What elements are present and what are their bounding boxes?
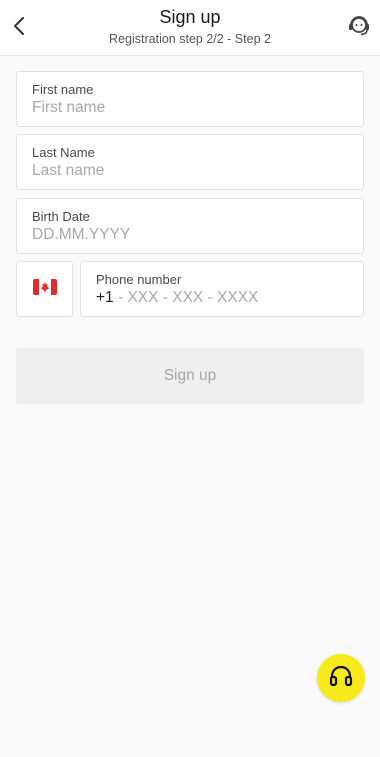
page-subtitle: Registration step 2/2 - Step 2 [109,32,271,46]
phone-country-code: +1 [96,289,114,306]
signup-screen: Sign up Registration step 2/2 - Step 2 F… [0,0,380,757]
first-name-placeholder: First name [32,99,106,116]
sign-up-button[interactable]: Sign up [16,348,364,404]
last-name-placeholder: Last name [32,162,105,179]
page-title: Sign up [159,7,221,27]
support-button[interactable] [346,14,372,40]
app-header: Sign up Registration step 2/2 - Step 2 [0,0,380,56]
support-fab[interactable] [317,654,365,702]
canada-flag-icon [32,278,57,300]
birth-date-field[interactable]: Birth Date DD.MM.YYYY [16,198,364,254]
birth-date-placeholder: DD.MM.YYYY [32,226,131,243]
last-name-label: Last Name [32,145,95,160]
country-selector[interactable] [16,261,73,317]
last-name-field[interactable]: Last Name Last name [16,134,364,190]
first-name-field[interactable]: First name First name [16,71,364,127]
phone-number-placeholder: - XXX - XXX - XXXX [113,289,259,306]
first-name-label: First name [32,82,94,97]
phone-number-input: +1 - XXX - XXX - XXXX [96,289,258,307]
phone-number-label: Phone number [96,272,182,287]
phone-number-field[interactable]: Phone number +1 - XXX - XXX - XXXX [80,261,364,317]
birth-date-label: Birth Date [32,209,90,224]
support-agent-icon [347,13,371,42]
headphones-icon [328,663,354,694]
